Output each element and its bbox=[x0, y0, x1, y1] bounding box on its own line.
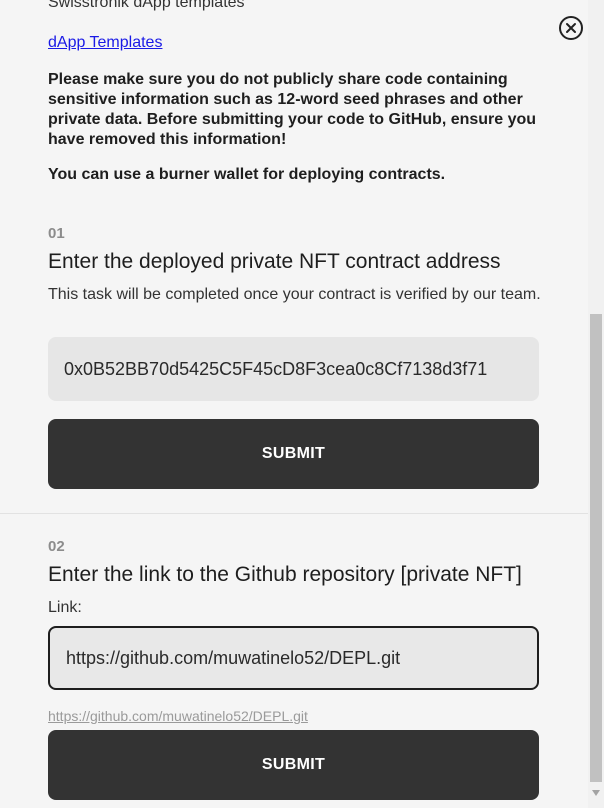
burner-wallet-note: You can use a burner wallet for deployin… bbox=[48, 166, 446, 183]
step-title-contract: Enter the deployed private NFT contract … bbox=[48, 250, 501, 273]
close-circle-icon[interactable] bbox=[559, 16, 583, 40]
submit-github-button[interactable]: SUBMIT bbox=[48, 730, 539, 800]
close-x-glyph bbox=[566, 23, 576, 33]
templates-heading: Swisstronik dApp templates bbox=[48, 0, 245, 11]
step-number-02: 02 bbox=[48, 538, 65, 555]
dapp-templates-link[interactable]: dApp Templates bbox=[48, 34, 162, 52]
warning-text: Please make sure you do not publicly sha… bbox=[48, 71, 537, 148]
step-title-github: Enter the link to the Github repository … bbox=[48, 563, 522, 586]
scroll-down-arrow-icon[interactable] bbox=[592, 790, 600, 796]
contract-address-input[interactable]: 0x0B52BB70d5425C5F45cD8F3cea0c8Cf7138d3f… bbox=[48, 337, 539, 401]
link-field-label: Link: bbox=[48, 599, 82, 616]
step-description: This task will be completed once your co… bbox=[48, 286, 541, 303]
submitted-github-link[interactable]: https://github.com/muwatinelo52/DEPL.git bbox=[48, 708, 308, 724]
scrollbar-thumb[interactable] bbox=[590, 314, 602, 782]
step-number-01: 01 bbox=[48, 225, 65, 242]
submit-contract-button[interactable]: SUBMIT bbox=[48, 419, 539, 489]
github-link-input[interactable]: https://github.com/muwatinelo52/DEPL.git bbox=[48, 626, 539, 690]
section-divider bbox=[0, 513, 588, 514]
task-modal: Swisstronik dApp templates dApp Template… bbox=[0, 0, 588, 808]
